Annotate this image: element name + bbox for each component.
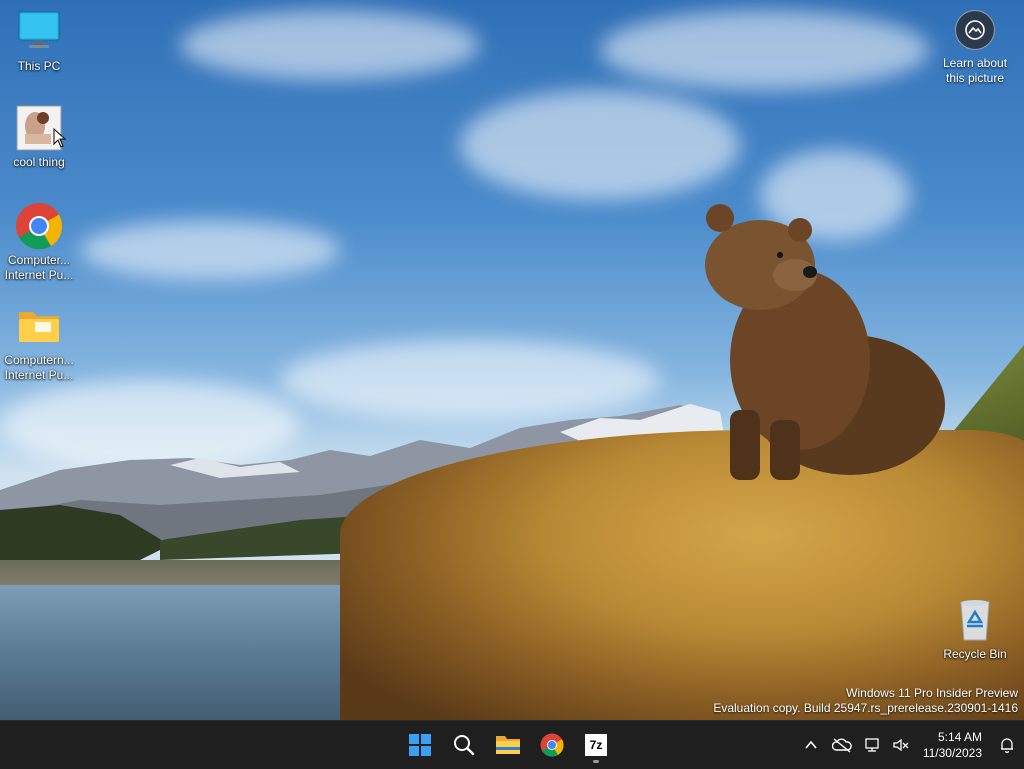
desktop-icon-label: Recycle Bin (943, 647, 1007, 661)
file-explorer-icon (496, 736, 520, 754)
show-hidden-icons-button[interactable] (797, 725, 825, 765)
notifications-button[interactable] (990, 725, 1024, 765)
chrome-icon (15, 202, 63, 250)
7zip-label: 7z (589, 738, 603, 752)
clock-time: 5:14 AM (937, 730, 982, 744)
desktop-icon-recycle-bin[interactable]: Recycle Bin (937, 596, 1013, 662)
cloud-offline-icon (831, 738, 852, 753)
bell-icon (1001, 738, 1013, 753)
bear-image (705, 204, 945, 480)
desktop-icon-label: cool thing (13, 155, 65, 169)
desktop-icon-label: This PC (17, 59, 61, 73)
desktop-icon-label-line2: Internet Pu... (4, 368, 74, 382)
taskbar: 7z 5:14 AM 11/30/2023 (0, 720, 1024, 769)
clock-button[interactable]: 5:14 AM 11/30/2023 (915, 729, 990, 761)
image-thumbnail-icon (15, 104, 67, 152)
start-button[interactable] (400, 725, 440, 765)
learn-about-line1: Learn about (942, 56, 1008, 70)
network-button[interactable] (859, 725, 887, 765)
speaker-muted-icon (893, 738, 909, 752)
start-icon (409, 734, 431, 756)
monitor-icon (15, 8, 63, 56)
running-indicator (593, 760, 599, 763)
desktop-background[interactable]: This PC cool thing Computer... Internet … (0, 0, 1024, 720)
camera-info-icon (955, 10, 995, 50)
search-button[interactable] (444, 725, 484, 765)
chevron-up-icon (805, 740, 817, 749)
watermark-line2: Evaluation copy. Build 25947.rs_prerelea… (713, 701, 1018, 715)
chrome-icon (540, 733, 564, 757)
chrome-taskbar-button[interactable] (532, 725, 572, 765)
mouse-cursor-icon (53, 128, 67, 148)
file-explorer-button[interactable] (488, 725, 528, 765)
desktop-icon-cool-thing[interactable]: cool thing (1, 104, 77, 170)
folder-icon (15, 302, 63, 350)
desktop-icon-chrome-shortcut[interactable]: Computer... Internet Pu... (1, 202, 77, 283)
desktop-icon-label-line2: Internet Pu... (4, 268, 74, 282)
recycle-bin-icon (951, 596, 999, 644)
7zip-icon: 7z (585, 734, 607, 756)
search-icon (454, 735, 475, 756)
desktop-icon-label-line1: Computern... (4, 353, 74, 367)
learn-about-line2: this picture (945, 71, 1005, 85)
7zip-taskbar-button[interactable]: 7z (576, 725, 616, 765)
watermark-line1: Windows 11 Pro Insider Preview (846, 686, 1018, 700)
desktop-icon-folder[interactable]: Computern... Internet Pu... (1, 302, 77, 383)
clock-date: 11/30/2023 (922, 746, 982, 760)
network-icon (865, 738, 879, 752)
taskbar-apps: 7z (400, 721, 616, 769)
desktop-icon-label-line1: Computer... (7, 253, 71, 267)
volume-button[interactable] (887, 725, 915, 765)
desktop-icon-this-pc[interactable]: This PC (1, 8, 77, 74)
onedrive-button[interactable] (825, 725, 859, 765)
evaluation-watermark: Windows 11 Pro Insider Preview Evaluatio… (713, 686, 1018, 716)
learn-about-picture[interactable]: Learn about this picture (938, 10, 1012, 86)
system-tray: 5:14 AM 11/30/2023 (797, 721, 1024, 769)
